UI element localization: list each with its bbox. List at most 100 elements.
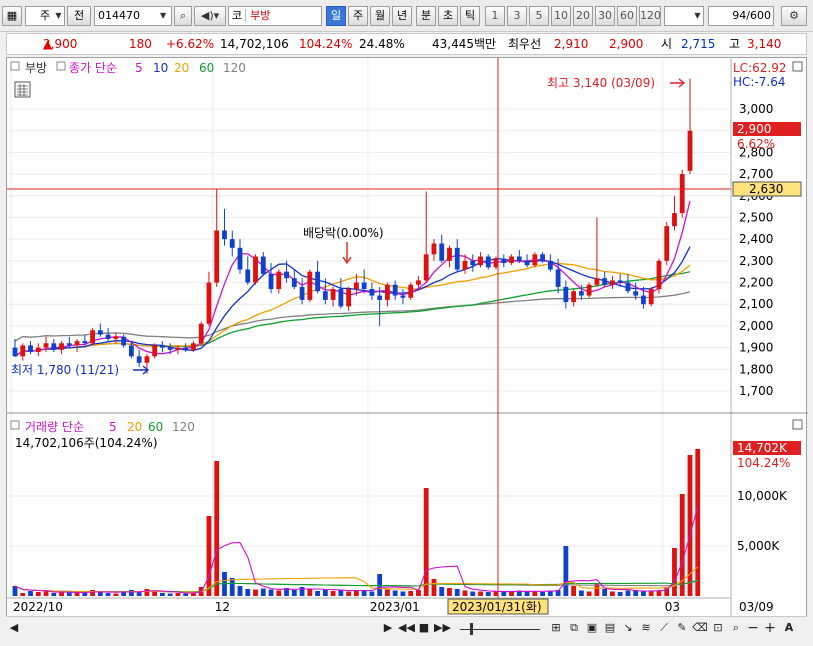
candle-body — [90, 330, 95, 344]
candle-body — [571, 291, 577, 303]
volume-tag-text: 14,702K — [737, 441, 788, 455]
magnifier-icon[interactable]: ⌕ — [728, 620, 744, 637]
fast-forward-icon[interactable]: ▶▶ — [434, 620, 451, 637]
candle-body — [206, 282, 212, 324]
period-month-tab[interactable]: 월 — [370, 6, 390, 26]
stock-code-input[interactable]: 014470 ▼ — [94, 6, 172, 26]
volume-bar — [524, 591, 530, 596]
stack-icon[interactable]: ▤ — [602, 620, 618, 637]
volume-bar — [462, 590, 468, 596]
interval-30-button[interactable]: 30 — [595, 6, 615, 26]
candle-body — [66, 343, 72, 346]
x-axis-label: 12 — [215, 600, 230, 614]
pen-icon[interactable]: ✎ — [674, 620, 690, 637]
candle-body — [431, 243, 437, 255]
lc-label: LC:62.92 — [733, 61, 786, 75]
candle-body — [602, 278, 608, 285]
chevron-down-icon: ▼ — [55, 11, 62, 20]
market-select[interactable]: 주 ▼ — [25, 6, 65, 26]
stock-name-field[interactable]: 코 부방 — [228, 6, 322, 26]
bottom-control-bar: ◀ ▶ ◀◀ ■ ▶▶ ⊞ ⧉ ▣ ▤ ↘ ≋ ⟋ ✎ ⌫ ⊡ ⌕ − + A — [6, 616, 807, 640]
volume-bar — [74, 593, 80, 596]
candle-body — [594, 278, 600, 285]
volume-bar — [214, 461, 220, 596]
collapse-box-icon[interactable] — [56, 61, 66, 71]
count-field[interactable]: 94/600 — [708, 6, 774, 26]
zoom-slider[interactable] — [460, 620, 540, 637]
chart-layout-icon[interactable]: ⊞ — [548, 620, 564, 637]
candle-body — [462, 260, 468, 270]
settings-icon[interactable]: ⚙ — [781, 6, 807, 26]
grid-menu-icon[interactable]: ▦ — [2, 6, 22, 26]
current-price-tag-text: 2,900 — [737, 122, 771, 136]
type-button[interactable]: 전 — [67, 6, 91, 26]
volume-bar — [167, 593, 173, 596]
font-size-icon[interactable]: A — [782, 620, 796, 637]
volume-bar — [385, 589, 390, 596]
chevron-down-icon: ▼ — [160, 11, 167, 20]
candle-body — [353, 282, 359, 290]
period-tick-tab[interactable]: 틱 — [460, 6, 480, 26]
panel-close-icon[interactable] — [792, 419, 803, 430]
volume-bar — [28, 591, 33, 596]
volume-pct-text: 104.24% — [737, 456, 790, 470]
scroll-right-icon[interactable]: ▶ — [382, 620, 394, 637]
price-tick-label: 2,000 — [739, 319, 773, 333]
volume-bar — [695, 448, 701, 596]
interval-3-button[interactable]: 3 — [507, 6, 527, 26]
interval-1-button[interactable]: 1 — [485, 6, 505, 26]
candle-body — [214, 230, 220, 283]
x-axis-label: 2022/10 — [13, 600, 63, 614]
panel-close-icon[interactable] — [792, 61, 803, 72]
collapse-box-icon[interactable] — [10, 61, 20, 71]
period-year-tab[interactable]: 년 — [392, 6, 412, 26]
window-icon[interactable]: ▣ — [584, 620, 600, 637]
interval-20-button[interactable]: 20 — [573, 6, 593, 26]
pref-label: 최우선 — [508, 37, 542, 51]
chart-canvas[interactable]: 3,0002,9002,8002,7002,6002,5002,4002,300… — [7, 58, 808, 641]
eraser-icon[interactable]: ⌫ — [692, 620, 708, 637]
collapse-box-icon[interactable] — [10, 420, 20, 430]
volume-bar — [276, 590, 282, 596]
hc-label: HC:-7.64 — [733, 75, 786, 89]
interval-120-button[interactable]: 120 — [639, 6, 661, 26]
volume-legend-ma5: 5 — [109, 420, 117, 434]
stop-icon[interactable]: ■ — [417, 620, 431, 637]
volume-ma5-line — [14, 506, 699, 594]
slider-thumb[interactable] — [470, 623, 473, 635]
zoom-in-icon[interactable]: + — [763, 620, 777, 637]
period-minute-tab[interactable]: 분 — [416, 6, 436, 26]
chart-grid — [7, 58, 731, 598]
line-tool-icon[interactable]: ⟋ — [656, 620, 672, 637]
volume-bar — [237, 586, 243, 596]
volume-bar — [509, 591, 514, 596]
candle-body — [679, 174, 685, 214]
rewind-icon[interactable]: ◀◀ — [398, 620, 415, 637]
period-week-tab[interactable]: 주 — [348, 6, 368, 26]
candle-body — [625, 282, 631, 292]
candle-body — [121, 336, 127, 346]
period-second-tab[interactable]: 초 — [438, 6, 458, 26]
candle-body — [516, 256, 522, 261]
search-icon[interactable]: ⌕ — [174, 6, 192, 26]
stock-chart[interactable]: 3,0002,9002,8002,7002,6002,5002,4002,300… — [6, 57, 808, 641]
volume-bar — [501, 592, 507, 596]
zoom-out-icon[interactable]: − — [746, 620, 760, 637]
screenshot-icon[interactable]: ⊡ — [710, 620, 726, 637]
interval-select[interactable]: ▼ — [664, 6, 704, 26]
speaker-icon[interactable]: ◀)▾ — [194, 6, 226, 26]
period-day-tab[interactable]: 일 — [326, 6, 346, 26]
trendline-icon[interactable]: ↘ — [620, 620, 636, 637]
copy-icon[interactable]: ⧉ — [566, 620, 582, 637]
scroll-left-icon[interactable]: ◀ — [8, 620, 20, 637]
price-legend: 부방 종가 단순 5 10 20 60 120 — [10, 61, 246, 98]
interval-60-button[interactable]: 60 — [617, 6, 637, 26]
volume-bar — [447, 588, 452, 596]
candle-body — [20, 345, 26, 357]
price-tick-label: 1,900 — [739, 341, 773, 355]
interval-5-button[interactable]: 5 — [529, 6, 549, 26]
candle-body — [423, 254, 429, 281]
interval-10-button[interactable]: 10 — [551, 6, 571, 26]
fibonacci-icon[interactable]: ≋ — [638, 620, 654, 637]
x-axis-label: 2023/01 — [370, 600, 420, 614]
